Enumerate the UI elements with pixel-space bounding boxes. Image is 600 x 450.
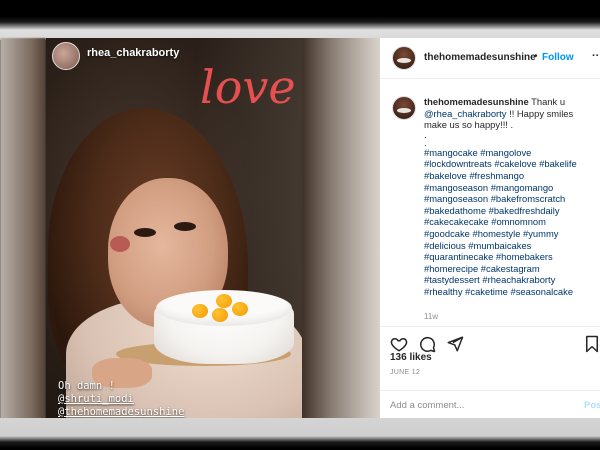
post-comment-button[interactable]: Post (584, 400, 600, 411)
header-username[interactable]: thehomemadesunshine (424, 52, 536, 63)
hashtag-line[interactable]: #tastydessert #rheachakraborty (424, 274, 596, 286)
follow-button[interactable]: Follow (542, 52, 574, 63)
separator-dot: • (534, 51, 538, 62)
caption-dot: . (424, 136, 427, 148)
blurred-background-right (300, 38, 380, 420)
right-eye (174, 222, 196, 231)
story-avatar[interactable] (52, 42, 80, 70)
hashtag-line[interactable]: #delicious #mumbaicakes (424, 240, 596, 252)
hashtag-line[interactable]: #quarantinecake #homebakers (424, 251, 596, 263)
hashtag-line[interactable]: #bakedathome #bakedfreshdaily (424, 205, 596, 217)
comment-input[interactable]: Add a comment... (390, 400, 464, 411)
post-header: thehomemadesunshine • Follow ··· (380, 38, 600, 79)
story-caption: Oh damn ! @shruti_modi @thehomemadesunsh… (58, 380, 184, 419)
hashtag-line[interactable]: #cakecakecake #omnomnom (424, 216, 596, 228)
hashtag-line[interactable]: #bakelove #freshmango (424, 170, 596, 182)
comment-icon[interactable] (418, 335, 436, 353)
hashtag-line[interactable]: #mangoseason #bakefromscratch (424, 193, 596, 205)
heart-icon[interactable] (390, 335, 408, 353)
caption-avatar[interactable] (392, 96, 416, 120)
post-date: JUNE 12 (390, 369, 421, 376)
caption-dot: . (424, 128, 427, 140)
hashtag-line[interactable]: #goodcake #homestyle #yummy (424, 228, 596, 240)
hashtag-line[interactable]: #rhealthy #caketime #seasonalcake (424, 286, 596, 298)
caption-text: Thank u (531, 96, 566, 107)
post-caption: thehomemadesunshine Thank u @rhea_chakra… (424, 96, 596, 298)
story-username[interactable]: rhea_chakraborty (87, 47, 179, 59)
mango-slice (192, 304, 208, 318)
photo-frame-top (0, 0, 600, 40)
story-mention[interactable]: @shruti_modi (58, 393, 184, 406)
post-time-ago: 11w (424, 312, 439, 321)
likes-count[interactable]: 136 likes (390, 352, 432, 363)
more-options-icon[interactable]: ··· (592, 50, 600, 62)
lips (110, 236, 130, 252)
hashtag-line[interactable]: #lockdowntreats #cakelove #bakelife (424, 158, 596, 170)
send-icon[interactable] (446, 335, 464, 353)
caption-username[interactable]: thehomemadesunshine (424, 96, 529, 107)
mango-slice (216, 294, 232, 308)
hashtag-line[interactable]: #mangocake #mangolove (424, 147, 596, 159)
love-sticker: love (200, 60, 296, 114)
caption-mention[interactable]: @rhea_chakraborty (424, 108, 506, 119)
mango-slice (232, 302, 248, 316)
hashtag-line[interactable]: #mangoseason #mangomango (424, 182, 596, 194)
photo-frame-bottom (0, 418, 600, 450)
left-eye (134, 228, 156, 237)
hashtag-list: #mangocake #mangolove #lockdowntreats #ca… (424, 147, 596, 298)
blurred-background-left (0, 38, 46, 420)
mango-slice (212, 308, 228, 322)
instagram-post-panel: thehomemadesunshine • Follow ··· thehome… (380, 38, 600, 420)
comment-bar: Add a comment... Post (380, 390, 600, 420)
profile-avatar[interactable] (392, 46, 416, 70)
hashtag-line[interactable]: #homerecipe #cakestagram (424, 263, 596, 275)
story-caption-line: Oh damn ! (58, 380, 115, 392)
bookmark-icon[interactable] (584, 335, 600, 353)
